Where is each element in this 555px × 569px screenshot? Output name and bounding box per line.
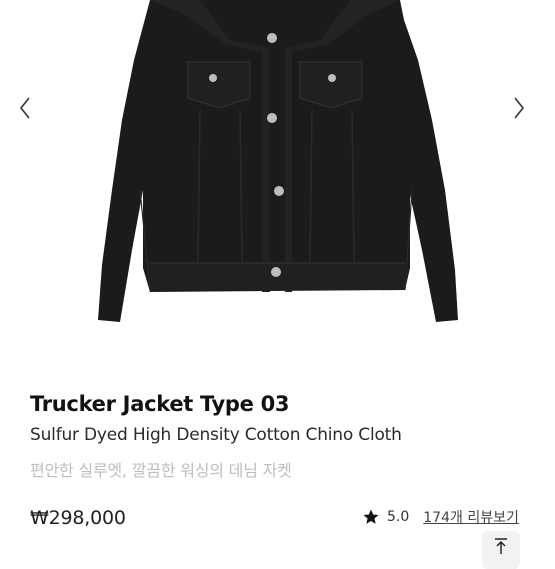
scroll-to-top-button[interactable] [482, 531, 520, 569]
product-description: 편안한 실루엣, 깔끔한 워싱의 데님 자켓 [30, 461, 292, 480]
rating-summary: 5.0 174개 리뷰보기 [362, 507, 519, 527]
arrow-up-to-top-icon [495, 538, 507, 554]
chevron-left-icon [19, 97, 30, 119]
reviews-link[interactable]: 174개 리뷰보기 [423, 507, 519, 527]
gallery-prev-button[interactable] [19, 96, 43, 128]
product-material: Sulfur Dyed High Density Cotton Chino Cl… [30, 425, 402, 445]
chevron-right-icon [514, 97, 525, 119]
gallery-next-button[interactable] [513, 96, 537, 128]
product-image-gallery[interactable] [0, 0, 555, 368]
product-image [98, 0, 458, 322]
product-price: ₩298,000 [30, 507, 126, 529]
star-icon [363, 509, 379, 524]
rating-score: 5.0 [387, 509, 410, 525]
product-name: Trucker Jacket Type 03 [30, 392, 290, 416]
